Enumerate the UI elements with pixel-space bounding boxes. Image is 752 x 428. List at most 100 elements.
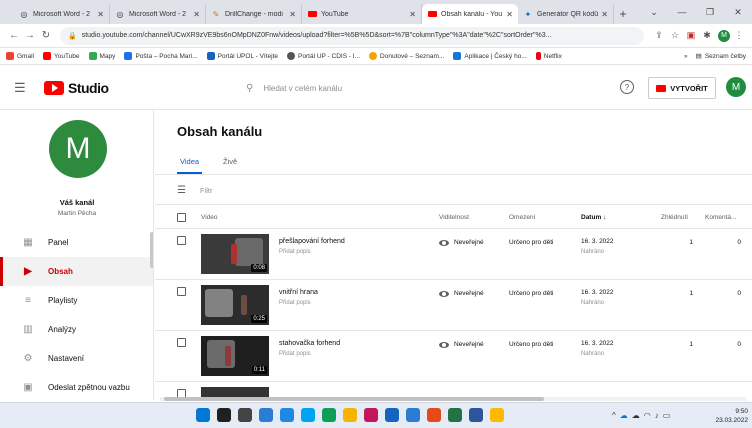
table-row[interactable]: 0:11 stahovačka forhend Přidat popis Nev… [155, 332, 752, 382]
taskbar-clock[interactable]: 9:50 23.03.2022 [712, 407, 748, 425]
account-avatar[interactable]: M [726, 77, 746, 97]
sidebar-item-feedback[interactable]: ▣ Odeslat zpětnou vazbu [0, 373, 153, 400]
taskbar-app-icon[interactable] [448, 408, 462, 422]
url-input[interactable]: 🔒 studio.youtube.com/channel/UCwXR9zVE9b… [60, 26, 644, 45]
sidebar-item-playlists[interactable]: ≡ Playlisty [0, 286, 153, 315]
taskbar-app-icon[interactable] [217, 408, 231, 422]
chevron-down-icon[interactable]: ⌄ [640, 0, 668, 24]
minimize-icon[interactable]: — [668, 0, 696, 24]
comments-cell[interactable]: 0 [733, 341, 741, 348]
taskbar-app-icon[interactable] [490, 408, 504, 422]
close-icon[interactable]: ✕ [601, 10, 608, 19]
taskbar-app-icon[interactable] [301, 408, 315, 422]
taskbar-app-icon[interactable] [343, 408, 357, 422]
taskbar-app-icon[interactable] [364, 408, 378, 422]
new-tab-button[interactable]: + [614, 4, 632, 24]
bookmark-posta[interactable]: Pošta – Pocha Mari... [124, 52, 198, 60]
close-icon[interactable]: ✕ [193, 10, 200, 19]
taskbar-app-icon[interactable] [238, 408, 252, 422]
bookmark-up-cdis[interactable]: Portál UP - CDIS - I... [287, 52, 360, 60]
taskbar-app-icon[interactable] [385, 408, 399, 422]
menu-dots-icon[interactable]: ⋮ [732, 30, 746, 41]
column-restrictions[interactable]: Omezení [509, 214, 535, 221]
column-date[interactable]: Datum ↓ [581, 214, 606, 221]
search-input[interactable]: ⚲ Hledat v celém kanálu [236, 76, 608, 100]
taskbar-app-icon[interactable] [280, 408, 294, 422]
close-icon[interactable]: ✕ [409, 10, 416, 19]
profile-icon[interactable]: M [718, 29, 730, 42]
wifi-icon[interactable]: ◠ [644, 411, 651, 420]
column-comments[interactable]: Komentá... [705, 214, 736, 221]
back-icon[interactable]: ← [6, 30, 22, 41]
browser-tab-2[interactable]: ◎ Microsoft Word - 2 ✕ [110, 4, 206, 24]
forward-icon[interactable]: → [22, 30, 38, 41]
channel-avatar[interactable]: M [49, 120, 107, 178]
sidebar-item-content[interactable]: ▶ Obsah [0, 257, 153, 286]
close-window-icon[interactable]: ✕ [724, 0, 752, 24]
close-icon[interactable]: ✕ [506, 10, 513, 19]
sidebar-item-analytics[interactable]: ▥ Analýzy [0, 315, 153, 344]
studio-logo[interactable]: Studio [44, 80, 109, 96]
volume-icon[interactable]: ♪ [655, 411, 659, 420]
sidebar-scrollbar[interactable] [150, 232, 153, 268]
scrollbar-thumb[interactable] [164, 397, 544, 401]
reload-icon[interactable]: ↻ [38, 30, 54, 41]
bookmark-donut[interactable]: Donutové – Seznam... [369, 52, 444, 60]
taskbar-app-icon[interactable] [469, 408, 483, 422]
bookmark-aplikace[interactable]: Aplikace | Český ho... [453, 52, 527, 60]
keyboard-icon[interactable]: ▭ [663, 411, 671, 420]
video-thumbnail[interactable]: 0:25 [201, 285, 269, 325]
close-icon[interactable]: ✕ [97, 10, 104, 19]
row-checkbox[interactable] [177, 338, 186, 347]
video-description[interactable]: Přidat popis [279, 351, 311, 357]
star-icon[interactable]: ☆ [668, 30, 682, 41]
tab-live[interactable]: Živě [220, 152, 240, 174]
onedrive-icon[interactable]: ☁ [620, 411, 628, 420]
row-checkbox[interactable] [177, 236, 186, 245]
table-row[interactable]: 0:08 přešlapování forhend Přidat popis N… [155, 230, 752, 280]
bookmark-netflix[interactable]: Netflix [535, 52, 562, 60]
row-checkbox[interactable] [177, 287, 186, 296]
start-icon[interactable] [196, 408, 210, 422]
comments-cell[interactable]: 0 [733, 239, 741, 246]
sidebar-item-settings[interactable]: ⚙ Nastavení [0, 344, 153, 373]
tab-videos[interactable]: Videa [177, 152, 203, 174]
bookmark-youtube[interactable]: YouTube [42, 52, 80, 60]
video-thumbnail[interactable]: 0:11 [201, 336, 269, 376]
taskbar-app-icon[interactable] [406, 408, 420, 422]
taskbar-app-icon[interactable] [427, 408, 441, 422]
taskbar-app-icon[interactable] [259, 408, 273, 422]
table-row[interactable]: 0:25 vnitřní hrana Přidat popis Neveřejn… [155, 281, 752, 331]
browser-tab-1[interactable]: ◎ Microsoft Word - 2 ✕ [14, 4, 110, 24]
comments-cell[interactable]: 0 [733, 290, 741, 297]
hamburger-menu-icon[interactable]: ☰ [14, 80, 30, 96]
extension-icon[interactable]: ▣ [684, 30, 698, 41]
browser-tab-6[interactable]: ✦ Generátor QR kódů ✕ [518, 4, 614, 24]
bookmark-gmail[interactable]: Gmail [6, 52, 34, 60]
bookmark-mapy[interactable]: Mapy [88, 52, 115, 60]
maximize-icon[interactable]: ❐ [696, 0, 724, 24]
column-visibility[interactable]: Viditelnost [439, 214, 469, 221]
video-description[interactable]: Přidat popis [279, 249, 311, 255]
video-title[interactable]: přešlapování forhend [279, 238, 345, 245]
chevron-up-icon[interactable]: ^ [612, 411, 616, 420]
video-thumbnail[interactable]: 0:08 [201, 234, 269, 274]
browser-tab-5[interactable]: Obsah kanálu - You ✕ [422, 4, 518, 24]
video-title[interactable]: stahovačka forhend [279, 340, 340, 347]
video-description[interactable]: Přidat popis [279, 300, 311, 306]
filter-input[interactable]: ☰ Filtr [177, 180, 212, 200]
video-title[interactable]: vnitřní hrana [279, 289, 318, 296]
browser-tab-4[interactable]: YouTube ✕ [302, 4, 422, 24]
sidebar-item-panel[interactable]: ▦ Panel [0, 228, 153, 257]
browser-tab-3[interactable]: ✎ DrillChange - modi ✕ [206, 4, 302, 24]
visibility-cell[interactable]: Neveřejné [439, 239, 484, 246]
visibility-cell[interactable]: Neveřejné [439, 290, 484, 297]
create-button[interactable]: VYTVOŘIT [648, 77, 716, 99]
bookmark-upol[interactable]: Portál UPOL - Vítejte [206, 52, 278, 60]
close-icon[interactable]: ✕ [289, 10, 296, 19]
column-views[interactable]: Zhlédnutí [661, 214, 688, 221]
puzzle-icon[interactable]: ✱ [700, 30, 714, 41]
taskbar-app-icon[interactable] [322, 408, 336, 422]
share-icon[interactable]: ⇪ [652, 30, 666, 41]
help-icon[interactable]: ? [620, 80, 634, 94]
